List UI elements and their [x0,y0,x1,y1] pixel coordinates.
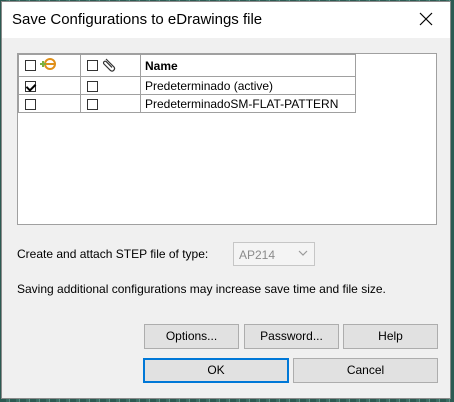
step-type-value: AP214 [239,248,276,262]
options-button[interactable]: Options... [144,324,239,349]
row-export-checkbox[interactable] [25,80,36,92]
help-button[interactable]: Help [343,324,438,349]
cancel-button[interactable]: Cancel [293,358,438,383]
chevron-down-icon [298,250,308,256]
paperclip-icon [101,56,119,75]
table-row[interactable]: Predeterminado (active) [18,76,356,95]
configurations-list[interactable]: Name Predeterminado (active) Predetermin… [17,53,437,225]
save-warning-text: Saving additional configurations may inc… [17,282,386,296]
close-button[interactable] [404,2,450,38]
configuration-name: PredeterminadoSM-FLAT-PATTERN [140,94,356,113]
password-button[interactable]: Password... [244,324,339,349]
ok-button[interactable]: OK [143,358,289,383]
configurations-table: Name Predeterminado (active) Predetermin… [18,54,356,113]
row-attach-checkbox[interactable] [87,98,98,110]
table-header-row: Name [18,54,356,77]
header-attach-column [80,54,141,77]
step-file-label: Create and attach STEP file of type: [17,247,209,261]
dialog-title: Save Configurations to eDrawings file [12,11,263,28]
table-row[interactable]: PredeterminadoSM-FLAT-PATTERN [18,94,356,113]
edrawings-icon [39,56,57,75]
configuration-name: Predeterminado (active) [140,76,356,95]
step-type-select[interactable]: AP214 [233,242,315,266]
title-bar: Save Configurations to eDrawings file [2,2,450,38]
close-icon [419,12,433,26]
row-export-checkbox[interactable] [25,98,36,110]
header-name[interactable]: Name [140,54,356,77]
header-export-column [18,54,81,77]
select-all-attach-checkbox[interactable] [87,60,98,71]
save-configurations-dialog: Save Configurations to eDrawings file Na… [1,1,451,399]
row-attach-checkbox[interactable] [87,80,98,92]
select-all-export-checkbox[interactable] [25,60,36,71]
